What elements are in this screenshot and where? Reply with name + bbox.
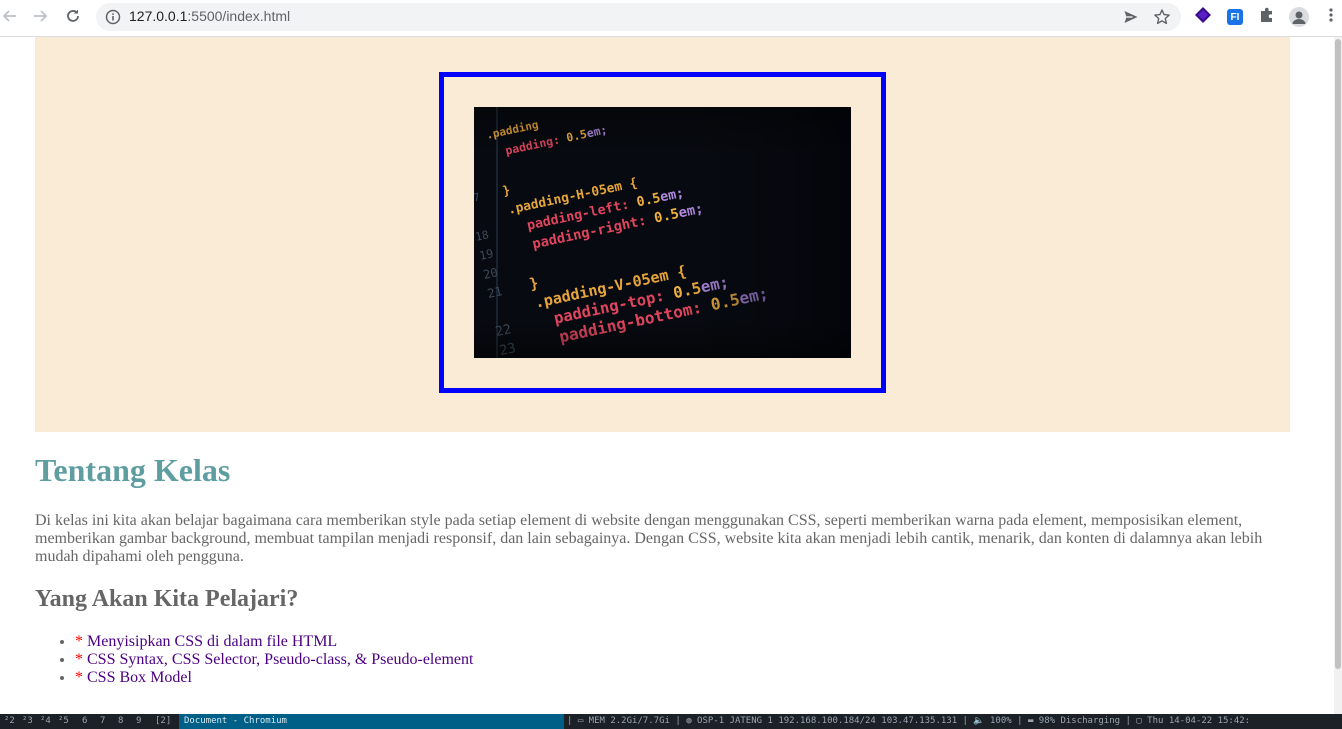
fi-extension-icon: FI [1227,9,1243,25]
url-host: 127.0.0.1 [129,8,188,24]
browser-toolbar: 127.0.0.1:5500/index.html FI [0,0,1342,37]
system-status: | ▭ MEM 2.2Gi/7.7Gi | ◍ OSP-1 JATENG 1 1… [567,716,1251,726]
topic-label: CSS Syntax, CSS Selector, Pseudo-class, … [87,651,474,668]
workspace-item[interactable]: ²4 [40,714,51,729]
image-frame: .paddingpadding: 0.5em;617}.padding-H-05… [439,72,886,393]
profile-button[interactable] [1288,6,1310,28]
workspace-item[interactable]: ²5 [58,714,69,729]
back-button[interactable] [0,6,22,30]
extension-button-1[interactable] [1192,6,1214,28]
forward-button[interactable] [28,6,52,30]
list-item: * CSS Box Model [75,669,473,687]
kebab-menu-icon [1328,7,1334,28]
workspace-item[interactable]: ²2 [4,714,15,729]
bullet-star: * [75,651,83,668]
scrollbar-thumb[interactable] [1335,39,1341,669]
puzzle-icon [1258,6,1276,29]
bullet-star: * [75,633,83,650]
hero-section: .paddingpadding: 0.5em;617}.padding-H-05… [35,37,1290,432]
browser-menu-button[interactable] [1320,6,1342,28]
topic-label: CSS Box Model [87,669,192,686]
arrow-right-icon [31,7,49,30]
extension-button-2[interactable]: FI [1224,6,1246,28]
list-item: * Menyisipkan CSS di dalam file HTML [75,633,473,651]
url-text[interactable]: 127.0.0.1:5500/index.html [129,8,290,24]
list-item: * CSS Syntax, CSS Selector, Pseudo-class… [75,651,473,669]
send-icon[interactable] [1123,9,1139,30]
topics-list: * Menyisipkan CSS di dalam file HTML * C… [75,633,473,687]
hero-code-image: .paddingpadding: 0.5em;617}.padding-H-05… [474,107,851,358]
page-title: Tentang Kelas [35,452,231,488]
address-bar[interactable]: 127.0.0.1:5500/index.html [96,3,1181,31]
section-title: Yang Akan Kita Pelajari? [35,586,299,612]
page-scrollbar[interactable] [1334,37,1342,714]
intro-paragraph: Di kelas ini kita akan belajar bagaimana… [35,512,1263,565]
url-path: :5500/index.html [187,8,291,24]
purple-diamond-icon [1194,6,1212,29]
hero-image: .paddingpadding: 0.5em;617}.padding-H-05… [474,107,851,358]
workspace-item[interactable]: 8 [118,714,123,729]
wm-status-bar: ²2 ²3 ²4 ²5 6 7 8 9 [2] Document - Chrom… [0,714,1342,729]
reload-icon [64,7,82,30]
workspace-item[interactable]: 7 [100,714,105,729]
reload-button[interactable] [61,6,85,30]
topic-label: Menyisipkan CSS di dalam file HTML [87,633,338,650]
workspace-item[interactable]: ²3 [22,714,33,729]
arrow-left-icon [1,7,19,30]
extensions-button[interactable] [1256,6,1278,28]
workspace-item[interactable]: 9 [136,714,141,729]
active-window-title: Document - Chromium [179,714,564,729]
bullet-star: * [75,669,83,686]
star-icon[interactable] [1153,8,1171,31]
profile-icon [1289,7,1309,27]
workspace-item[interactable]: 6 [82,714,87,729]
workspace-item[interactable]: [2] [155,714,171,729]
info-icon[interactable] [105,9,121,30]
